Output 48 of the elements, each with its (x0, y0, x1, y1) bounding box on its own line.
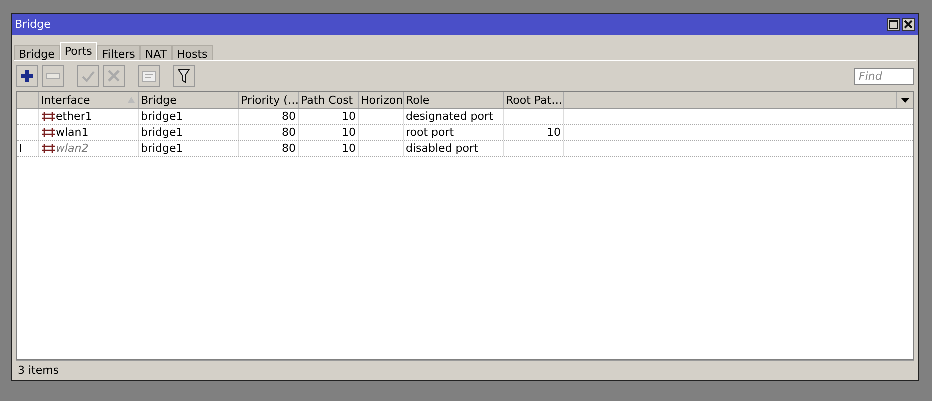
maximize-button[interactable] (887, 18, 900, 31)
table-cell: root port (404, 125, 504, 140)
window-title: Bridge (15, 18, 52, 31)
tab[interactable]: Filters (97, 45, 140, 60)
table-cell: 80 (239, 141, 299, 156)
table-cell: wlan2 (56, 142, 89, 155)
column-menu-button[interactable] (896, 92, 913, 108)
filter-button[interactable] (173, 65, 195, 87)
table-cell: bridge1 (139, 109, 239, 124)
bridge-port-icon (42, 128, 55, 137)
table-cell: designated port (404, 109, 504, 124)
column-header[interactable]: Priority (… (239, 92, 299, 108)
flag-cell: I (17, 141, 39, 156)
table-cell: ether1 (56, 110, 92, 123)
tab[interactable]: Hosts (172, 45, 213, 60)
table-cell: 80 (239, 125, 299, 140)
status-text: 3 items (18, 364, 60, 377)
tab[interactable]: Bridge (14, 45, 60, 60)
tab[interactable]: Ports (60, 42, 98, 60)
table-cell: bridge1 (139, 125, 239, 140)
table-cell: wlan1 (56, 126, 89, 139)
column-header[interactable]: Bridge (139, 92, 239, 108)
bridge-port-icon (42, 144, 55, 153)
table-cell: 80 (239, 109, 299, 124)
table-cell: disabled port (404, 141, 504, 156)
bridge-port-icon (42, 112, 55, 121)
column-header[interactable]: Interface (39, 92, 139, 108)
close-button[interactable] (902, 18, 915, 31)
note-icon (142, 70, 156, 82)
caret-icon (900, 98, 910, 102)
table-cell: 10 (299, 109, 359, 124)
sort-icon (128, 97, 135, 103)
table-cell: bridge1 (139, 141, 239, 156)
cross-icon (108, 70, 120, 82)
column-header[interactable]: Path Cost (299, 92, 359, 108)
plus-icon (21, 70, 33, 82)
table-cell: 10 (504, 125, 564, 140)
tab[interactable]: NAT (140, 45, 172, 60)
add-button[interactable] (16, 65, 38, 87)
column-header[interactable]: Root Pat… (504, 92, 564, 108)
column-header[interactable]: Role (404, 92, 504, 108)
column-header[interactable]: Horizon (359, 92, 404, 108)
table-cell: 10 (299, 125, 359, 140)
check-icon (82, 70, 94, 82)
table-cell: 10 (299, 141, 359, 156)
minus-icon (46, 73, 60, 79)
search-field[interactable]: Find (854, 68, 914, 84)
filter-icon (178, 69, 190, 83)
